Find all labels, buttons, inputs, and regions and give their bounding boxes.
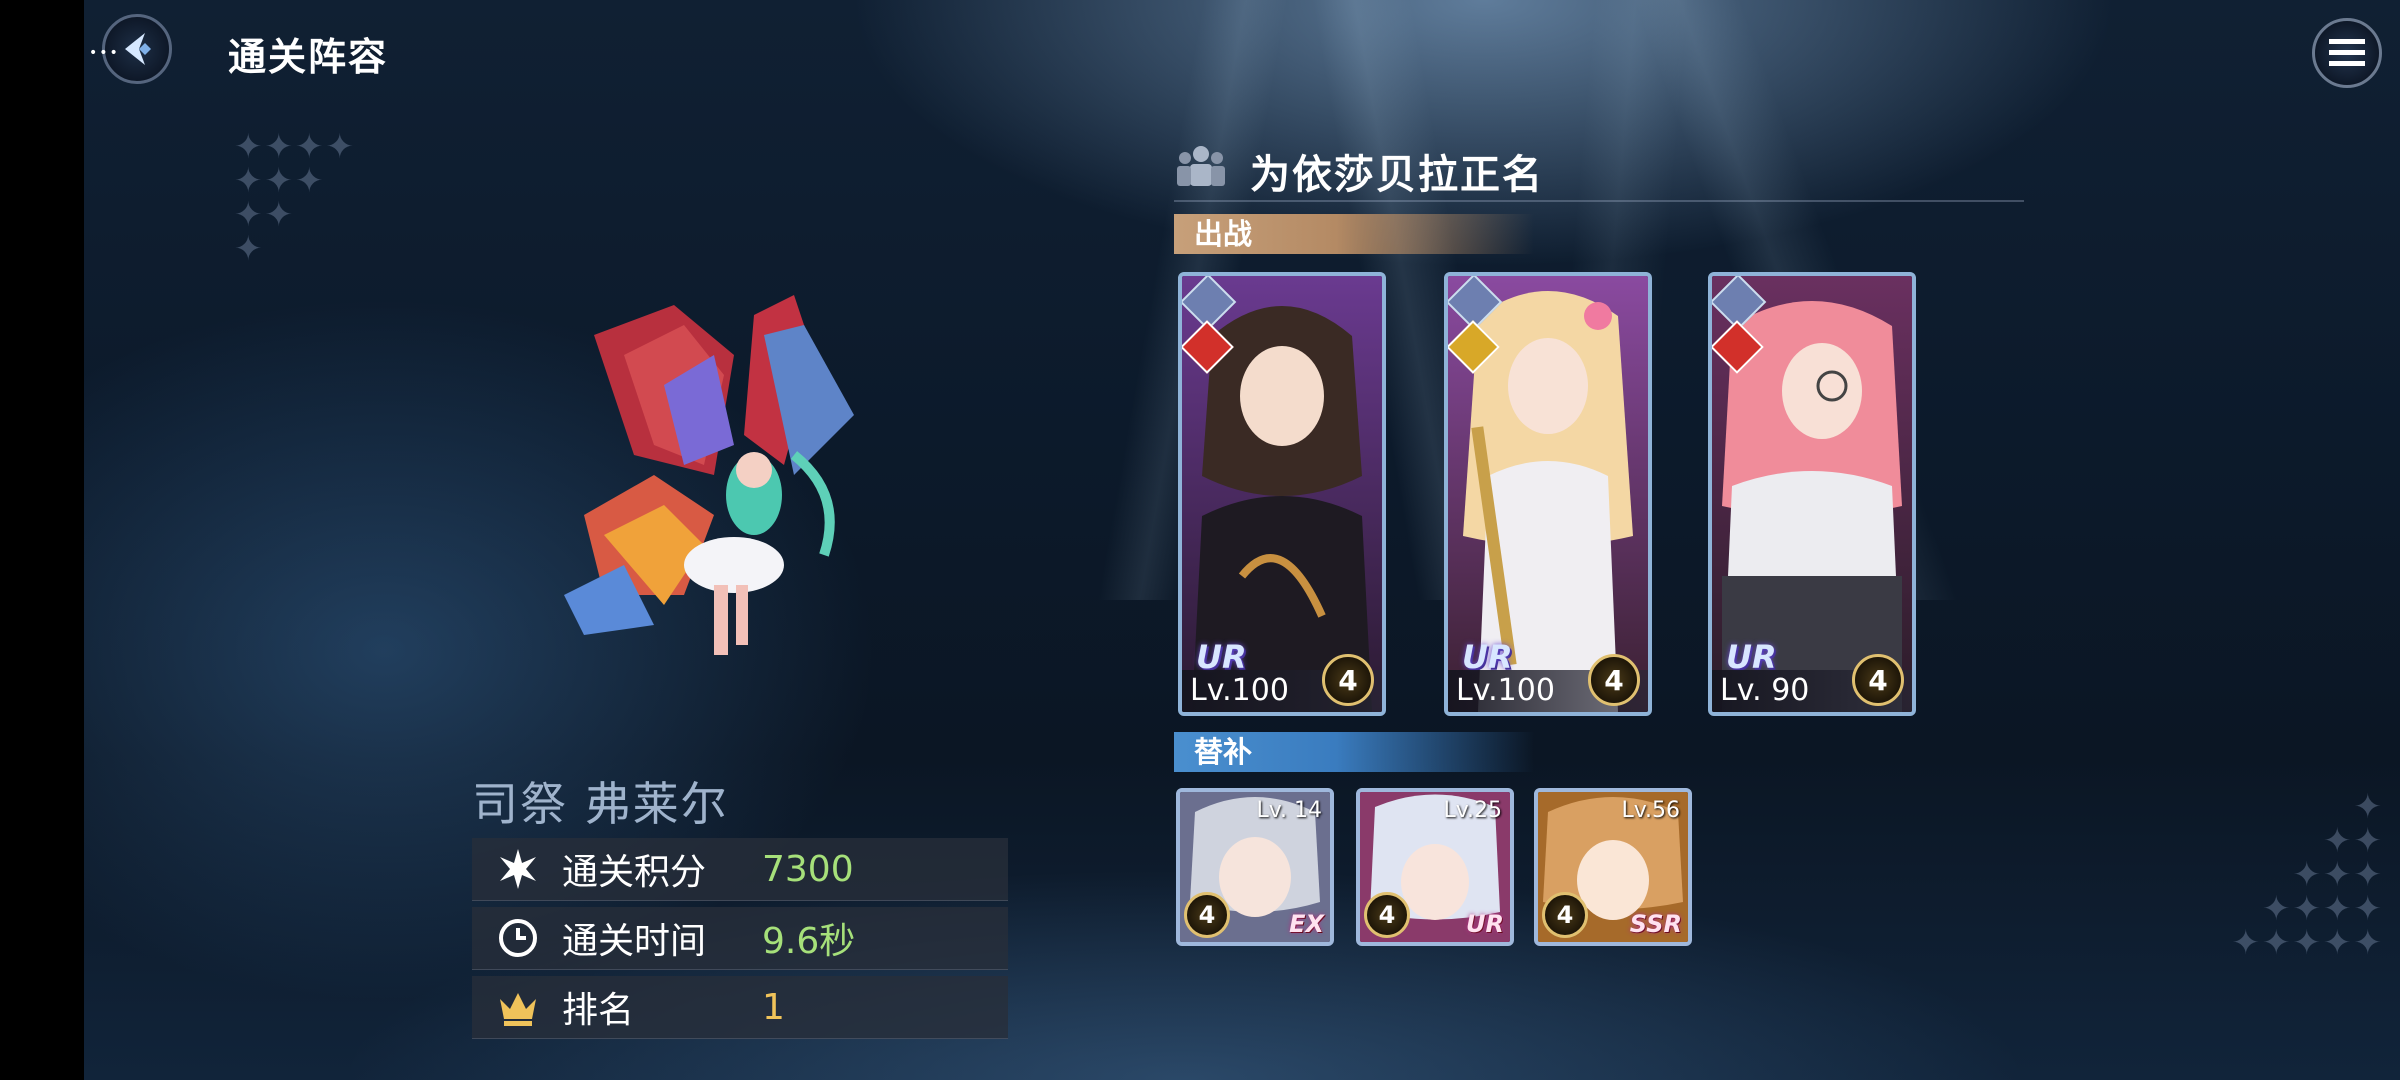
crown-icon (496, 985, 540, 1029)
character-card[interactable]: UR Lv.100 4 (1444, 272, 1652, 716)
menu-button[interactable] (2312, 18, 2382, 88)
level-label: Lv.100 (1190, 673, 1289, 708)
star-badge: 4 (1852, 654, 1904, 706)
sparkle-decoration-left: ✦✦✦✦ ✦✦✦ ✦✦ ✦ (234, 127, 356, 269)
sub-character-card[interactable]: Lv.25 4 UR (1356, 788, 1514, 946)
level-label: Lv. 90 (1720, 673, 1810, 708)
section-tab-sub: 替补 (1174, 732, 1534, 772)
page-title: 通关阵容 (228, 35, 389, 79)
level-label: Lv.100 (1456, 673, 1555, 708)
stat-value: 1 (762, 986, 785, 1028)
team-icon (1177, 146, 1225, 186)
back-dots-icon: ••• (89, 45, 120, 61)
rarity-label: EX (1289, 910, 1324, 938)
star-badge: 4 (1322, 654, 1374, 706)
level-label: Lv.25 (1443, 798, 1502, 823)
rarity-label: UR (1466, 910, 1504, 938)
back-button[interactable]: ••• (89, 14, 172, 84)
star-badge: 4 (1588, 654, 1640, 706)
stat-label: 通关时间 (562, 921, 707, 962)
burst-icon (496, 847, 540, 891)
menu-icon (2329, 39, 2365, 66)
team-name: 为依莎贝拉正名 (1250, 152, 1544, 198)
section-tab-main: 出战 (1174, 214, 1534, 254)
star-badge: 4 (1364, 892, 1410, 938)
star-badge: 4 (1184, 892, 1230, 938)
stat-value: 7300 (762, 848, 854, 890)
stat-label: 排名 (562, 990, 635, 1031)
rarity-label: SSR (1629, 910, 1682, 938)
team-header: 为依莎贝拉正名 (1174, 140, 2024, 202)
game-screen: ✦✦✦✦ ✦✦✦ ✦✦ ✦ ✦ ✦✦ ✦✦✦ ✦✦✦✦ ✦✦✦✦✦ ••• 通关阵容 司祭 (84, 0, 2400, 1080)
level-label: Lv. 14 (1256, 798, 1322, 823)
stat-value: 9.6秒 (762, 921, 856, 962)
stat-row-rank: 排名 1 (472, 976, 1008, 1039)
fairy-sprite (564, 295, 854, 655)
level-label: Lv.56 (1621, 798, 1680, 823)
boss-name: 司祭 弗莱尔 (472, 777, 729, 831)
character-card[interactable]: UR Lv. 90 4 (1708, 272, 1916, 716)
stat-row-score: 通关积分 7300 (472, 838, 1008, 901)
clock-icon (496, 916, 540, 960)
sub-character-card[interactable]: Lv. 14 4 EX (1176, 788, 1334, 946)
sparkle-decoration-right: ✦ ✦✦ ✦✦✦ ✦✦✦✦ ✦✦✦✦✦ (2231, 787, 2384, 963)
sub-character-card[interactable]: Lv.56 4 SSR (1534, 788, 1692, 946)
stat-row-time: 通关时间 9.6秒 (472, 907, 1008, 970)
back-arrow-icon (125, 33, 151, 65)
stat-label: 通关积分 (562, 852, 707, 893)
star-badge: 4 (1542, 892, 1588, 938)
character-card[interactable]: UR Lv.100 4 (1178, 272, 1386, 716)
